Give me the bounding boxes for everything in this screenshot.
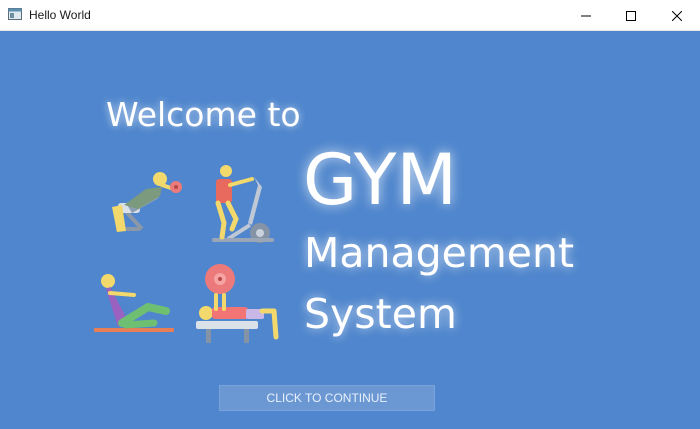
title-system: System: [304, 290, 457, 338]
sit-up-mat-icon: [94, 274, 174, 332]
app-window-icon: [8, 8, 22, 20]
bench-press-icon: [196, 264, 279, 343]
continue-button[interactable]: CLICK TO CONTINUE: [219, 385, 435, 411]
welcome-screen: Welcome to GYM Management System CLICK T…: [0, 31, 700, 429]
incline-bench-press-icon: [112, 172, 182, 232]
close-icon: [672, 10, 682, 21]
minimize-button[interactable]: [563, 0, 609, 31]
title-bar: Hello World: [0, 0, 700, 31]
title-management: Management: [304, 229, 575, 277]
app-window: Hello World Welcome to GYM Management Sy…: [0, 0, 700, 429]
maximize-icon: [626, 10, 636, 21]
close-button[interactable]: [654, 0, 700, 31]
window-title: Hello World: [29, 8, 91, 22]
elliptical-trainer-icon: [212, 165, 274, 243]
title-gym: GYM: [303, 139, 457, 221]
welcome-heading: Welcome to: [106, 95, 301, 134]
maximize-button[interactable]: [608, 0, 654, 31]
minimize-icon: [581, 15, 591, 16]
